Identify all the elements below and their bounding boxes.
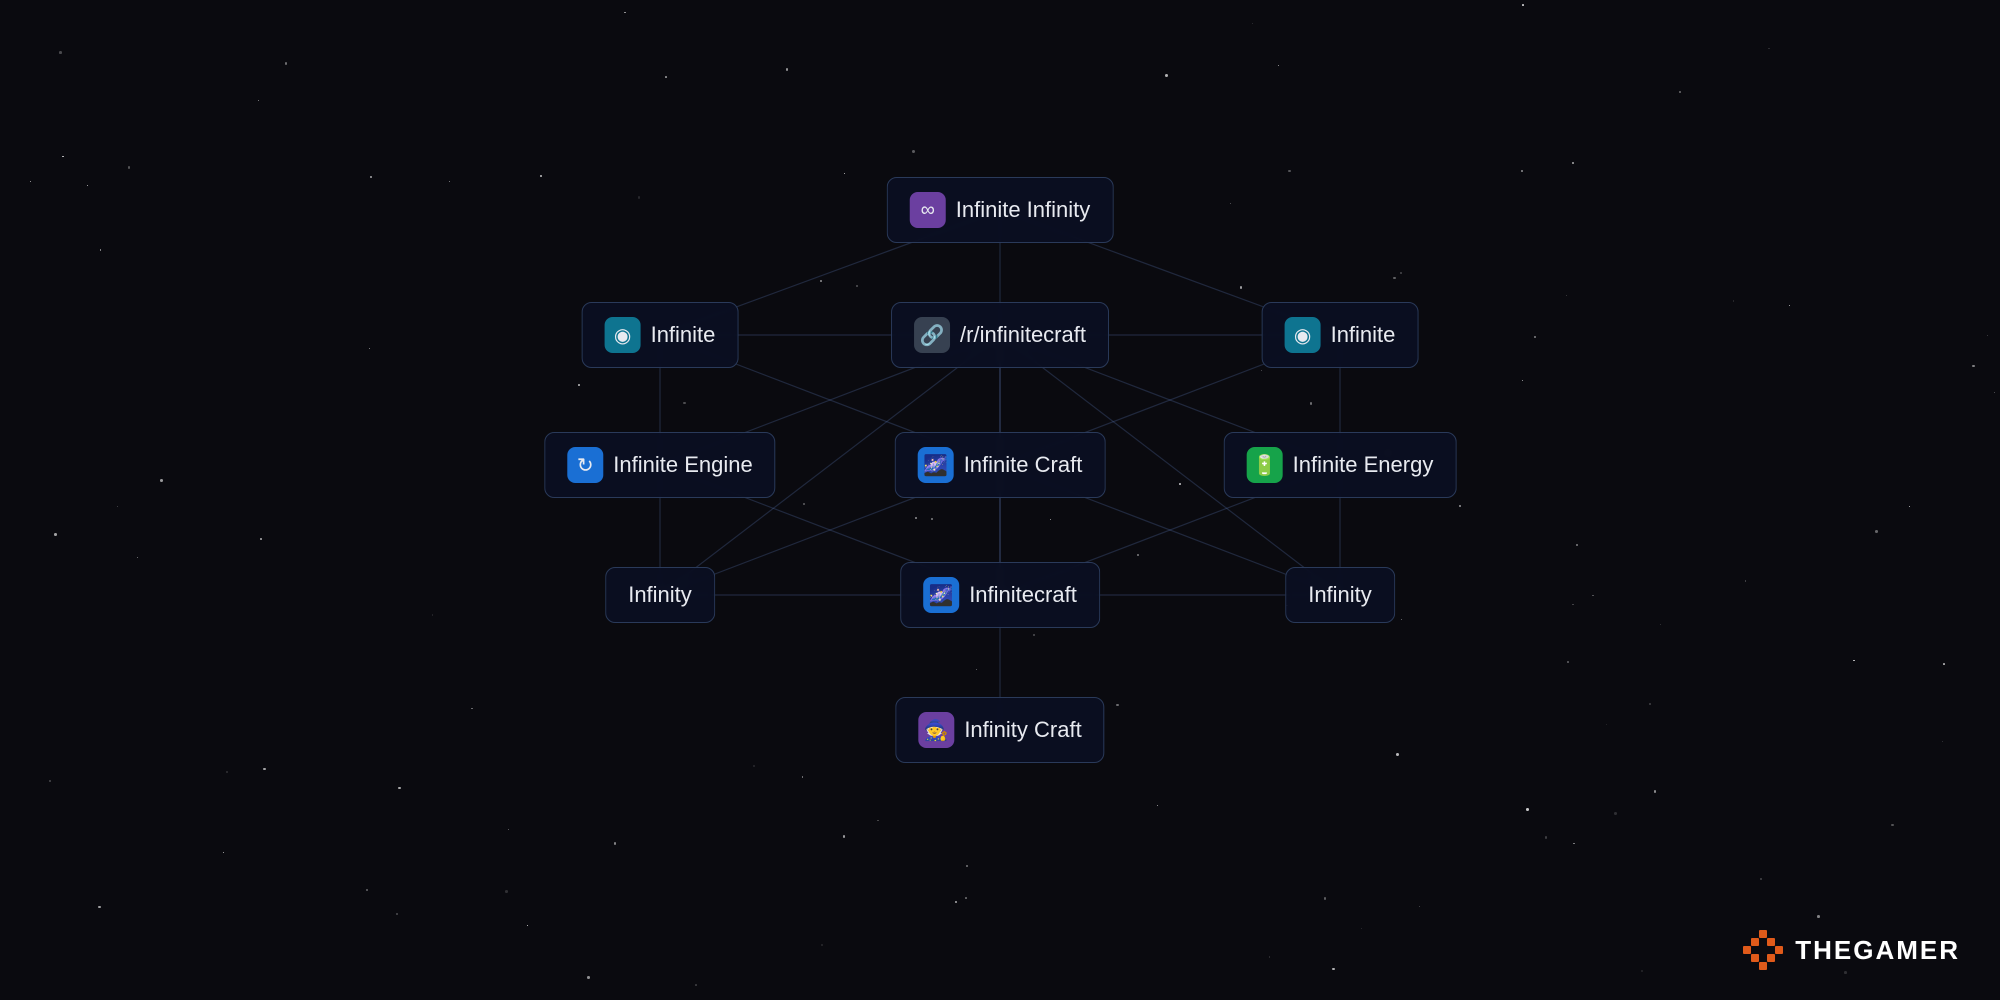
node-label-infinitecraft: Infinitecraft <box>969 582 1077 608</box>
node-icon-infinite-energy: 🔋 <box>1247 447 1283 483</box>
node-icon-infinite-craft: 🌌 <box>918 447 954 483</box>
node-infinite-craft[interactable]: 🌌 Infinite Craft <box>895 432 1106 498</box>
node-label-infinite-energy: Infinite Energy <box>1293 452 1434 478</box>
diagram-container: ∞ Infinite Infinity ◉ Infinite 🔗 /r/infinitec… <box>0 0 2000 1000</box>
node-label-infinite-infinity: Infinite Infinity <box>956 197 1091 223</box>
node-icon-infinite-right: ◉ <box>1285 317 1321 353</box>
node-icon-infinite-left: ◉ <box>605 317 641 353</box>
node-icon-infinity-craft: 🧙 <box>918 712 954 748</box>
node-infinite-left[interactable]: ◉ Infinite <box>582 302 739 368</box>
node-infinite-right[interactable]: ◉ Infinite <box>1262 302 1419 368</box>
node-label-infinite-craft: Infinite Craft <box>964 452 1083 478</box>
node-infinitecraft[interactable]: 🌌 Infinitecraft <box>900 562 1100 628</box>
node-infinity-right[interactable]: Infinity <box>1285 567 1395 623</box>
brand-logo: THEGAMER <box>1741 928 1960 972</box>
node-label-infinite-left: Infinite <box>651 322 716 348</box>
node-icon-r-infinitecraft: 🔗 <box>914 317 950 353</box>
node-label-infinity-left: Infinity <box>628 582 692 608</box>
node-infinity-left[interactable]: Infinity <box>605 567 715 623</box>
brand-name: THEGAMER <box>1795 935 1960 966</box>
nodes-wrapper: ∞ Infinite Infinity ◉ Infinite 🔗 /r/infinitec… <box>500 150 1500 850</box>
node-icon-infinite-infinity: ∞ <box>910 192 946 228</box>
node-icon-infinitecraft: 🌌 <box>923 577 959 613</box>
node-label-r-infinitecraft: /r/infinitecraft <box>960 322 1086 348</box>
node-r-infinitecraft[interactable]: 🔗 /r/infinitecraft <box>891 302 1109 368</box>
node-infinite-engine[interactable]: ↻ Infinite Engine <box>544 432 775 498</box>
node-label-infinity-craft: Infinity Craft <box>964 717 1081 743</box>
node-infinite-infinity[interactable]: ∞ Infinite Infinity <box>887 177 1114 243</box>
node-label-infinite-engine: Infinite Engine <box>613 452 752 478</box>
node-infinity-craft[interactable]: 🧙 Infinity Craft <box>895 697 1104 763</box>
brand-icon <box>1741 928 1785 972</box>
node-icon-infinite-engine: ↻ <box>567 447 603 483</box>
node-label-infinity-right: Infinity <box>1308 582 1372 608</box>
node-infinite-energy[interactable]: 🔋 Infinite Energy <box>1224 432 1457 498</box>
node-label-infinite-right: Infinite <box>1331 322 1396 348</box>
